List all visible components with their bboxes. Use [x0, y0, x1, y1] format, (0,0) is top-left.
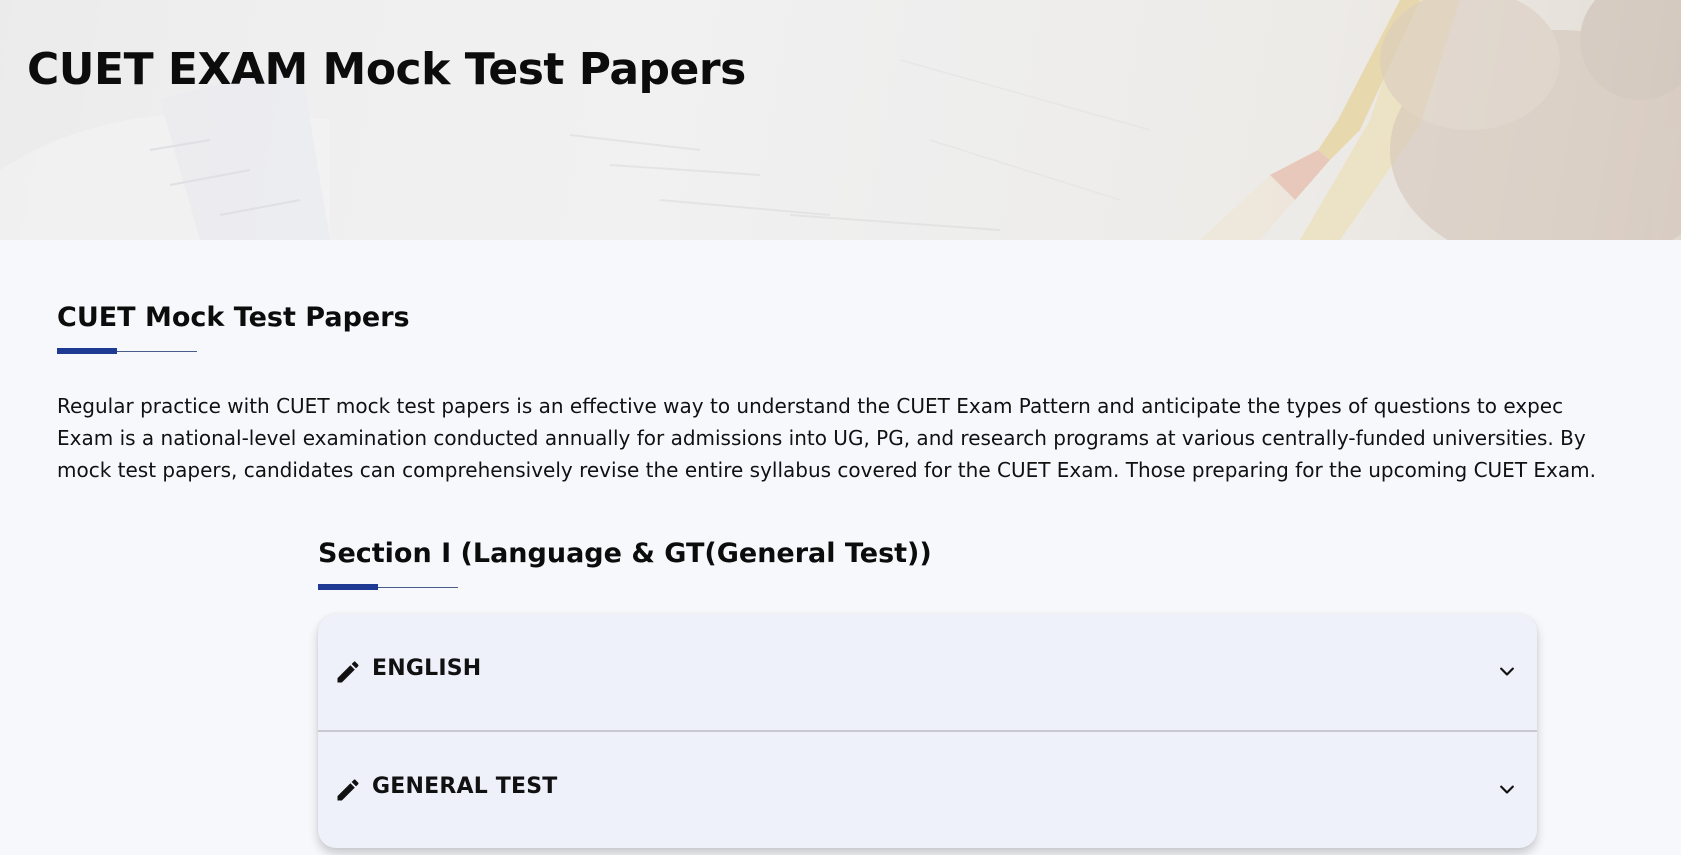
accordion-item-english[interactable]: ENGLISH — [318, 614, 1537, 730]
pencil-icon — [337, 779, 359, 801]
intro-line: Regular practice with CUET mock test pap… — [57, 394, 1564, 418]
main-content: CUET Mock Test Papers Regular practice w… — [0, 240, 1681, 855]
hero-background-image — [0, 0, 1681, 240]
intro-line: mock test papers, candidates can compreh… — [57, 458, 1596, 482]
heading-underline — [57, 348, 197, 354]
hero-banner: CUET EXAM Mock Test Papers — [0, 0, 1681, 240]
intro-line: Exam is a national-level examination con… — [57, 426, 1586, 450]
accordion-item-label: GENERAL TEST — [372, 774, 558, 799]
chevron-down-icon[interactable] — [1497, 780, 1517, 800]
chevron-down-icon[interactable] — [1497, 662, 1517, 682]
page-title: CUET EXAM Mock Test Papers — [27, 44, 746, 95]
subject-accordion: ENGLISH GENERAL TEST — [318, 614, 1537, 848]
accordion-item-label: ENGLISH — [372, 656, 482, 681]
main-heading: CUET Mock Test Papers — [57, 302, 410, 333]
section-heading: Section I (Language & GT(General Test)) — [318, 538, 932, 569]
underline-rule — [117, 351, 197, 352]
underline-accent — [57, 348, 117, 354]
pencil-icon — [337, 661, 359, 683]
intro-paragraph: Regular practice with CUET mock test pap… — [57, 390, 1681, 486]
underline-accent — [318, 584, 378, 590]
section-heading-underline — [318, 584, 458, 590]
underline-rule — [378, 587, 458, 588]
accordion-item-general-test[interactable]: GENERAL TEST — [318, 730, 1537, 848]
